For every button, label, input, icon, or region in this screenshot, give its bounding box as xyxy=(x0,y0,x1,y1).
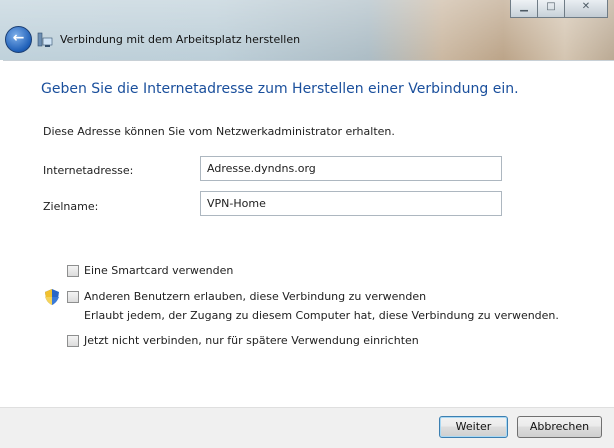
destination-input[interactable] xyxy=(200,191,502,216)
dont-connect-checkbox[interactable] xyxy=(67,335,79,347)
allow-others-label: Anderen Benutzern erlauben, diese Verbin… xyxy=(84,290,427,303)
minimize-icon: ▁ xyxy=(520,1,528,12)
address-label: Internetadresse: xyxy=(43,164,134,177)
smartcard-label: Eine Smartcard verwenden xyxy=(84,264,234,277)
window-title: Verbindung mit dem Arbeitsplatz herstell… xyxy=(60,33,301,46)
destination-label: Zielname: xyxy=(43,200,99,213)
next-button[interactable]: Weiter xyxy=(439,416,508,438)
minimize-button[interactable]: ▁ xyxy=(510,0,538,18)
network-connection-icon xyxy=(37,32,53,47)
close-icon: ✕ xyxy=(581,1,591,12)
close-button[interactable]: ✕ xyxy=(564,0,608,18)
button-bar: Weiter Abbrechen xyxy=(0,407,614,448)
address-input[interactable] xyxy=(200,156,502,181)
allow-others-checkbox[interactable] xyxy=(67,291,79,303)
back-arrow-icon: ← xyxy=(12,30,25,46)
smartcard-checkbox[interactable] xyxy=(67,265,79,277)
allow-others-description: Erlaubt jedem, der Zugang zu diesem Comp… xyxy=(84,309,559,322)
intro-text: Diese Adresse können Sie vom Netzwerkadm… xyxy=(43,125,395,138)
page-heading: Geben Sie die Internetadresse zum Herste… xyxy=(41,81,519,97)
cancel-button[interactable]: Abbrechen xyxy=(517,416,602,438)
window-controls: ▁ □ ✕ xyxy=(510,0,608,18)
dialog-content: Geben Sie die Internetadresse zum Herste… xyxy=(3,60,614,408)
uac-shield-icon xyxy=(45,289,59,305)
dont-connect-label: Jetzt nicht verbinden, nur für spätere V… xyxy=(84,334,419,347)
back-button[interactable]: ← xyxy=(5,26,32,53)
maximize-icon: □ xyxy=(546,1,556,12)
maximize-button[interactable]: □ xyxy=(537,0,565,18)
